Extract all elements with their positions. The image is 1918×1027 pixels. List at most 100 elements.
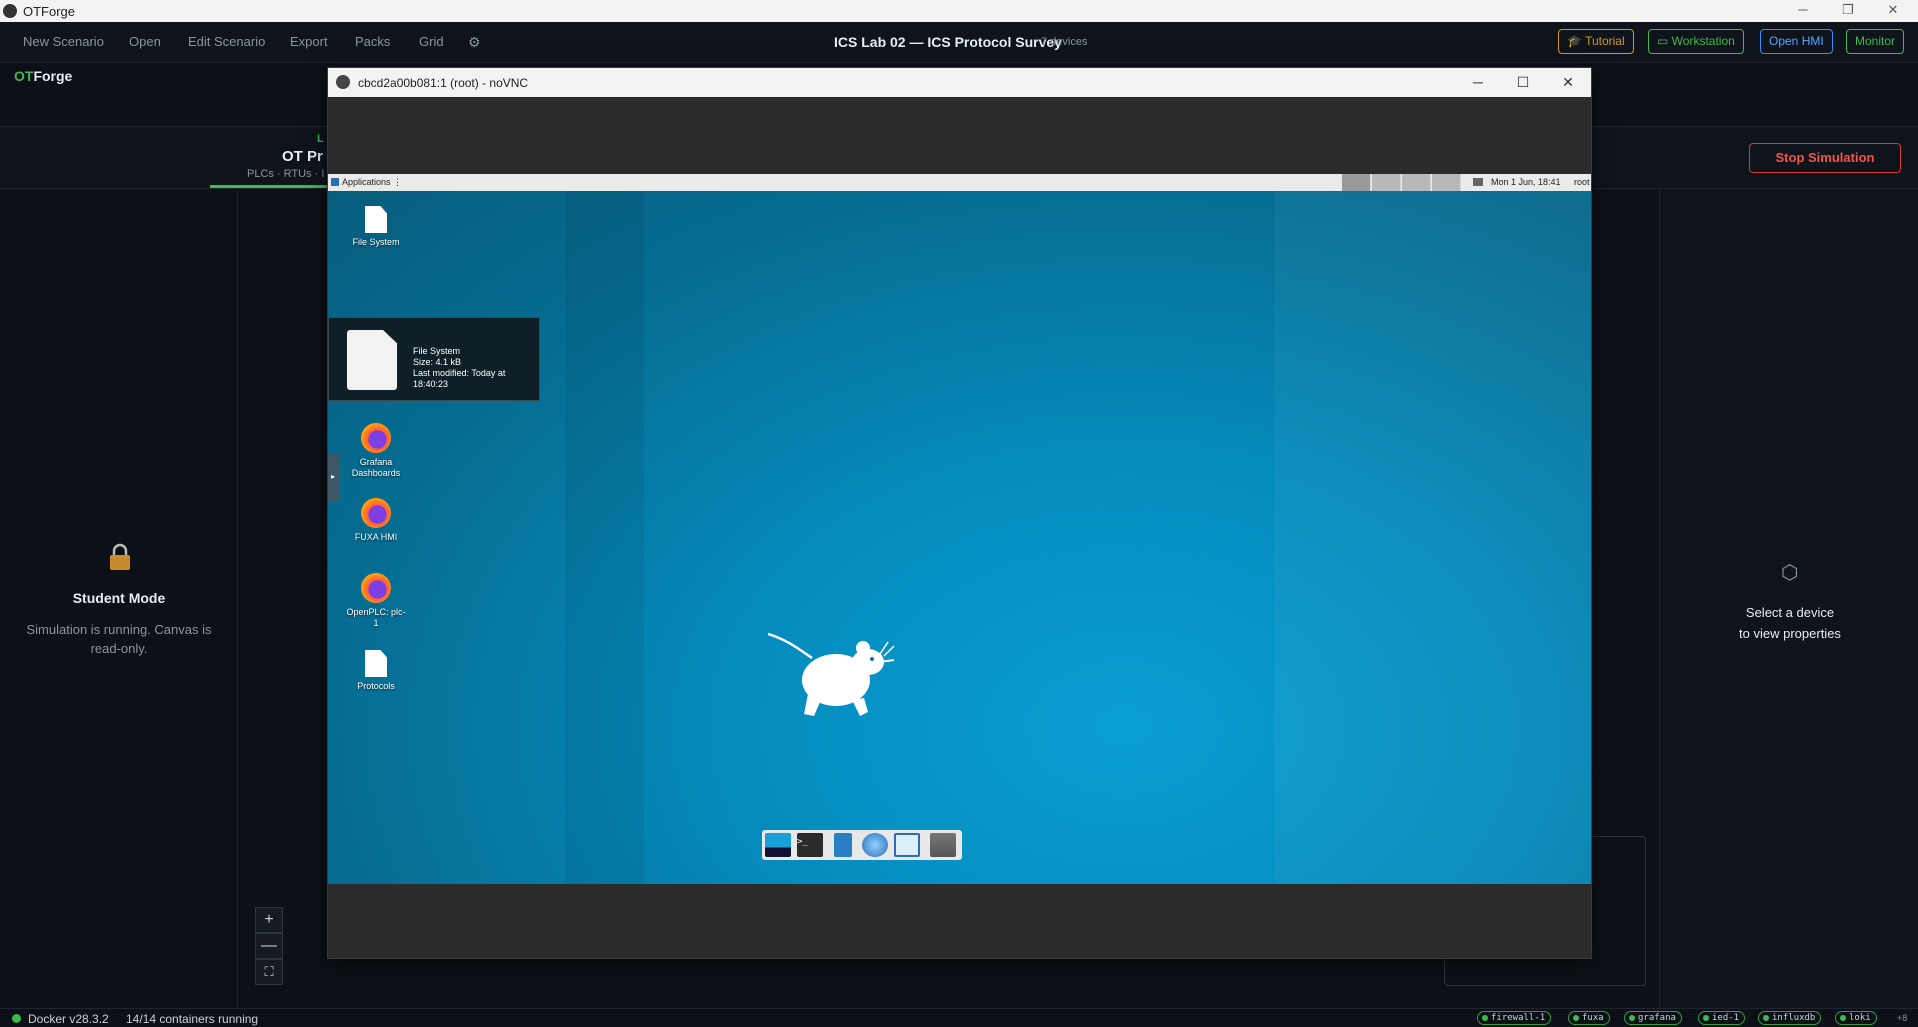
- folder-icon[interactable]: [930, 833, 956, 857]
- panel-clock[interactable]: Mon 1 Jun, 18:41: [1491, 177, 1561, 187]
- novnc-window[interactable]: cbcd2a00b081:1 (root) - noVNC ─ ☐ ✕ Appl…: [327, 67, 1592, 959]
- vnc-close-button[interactable]: ✕: [1558, 73, 1578, 91]
- desktop-icon-fuxa-hmi[interactable]: FUXA HMI: [346, 498, 406, 543]
- network-icon[interactable]: [1473, 178, 1483, 186]
- vnc-minimize-button[interactable]: ─: [1468, 73, 1488, 91]
- firefox-icon: [361, 498, 391, 528]
- app-menubar: New Scenario Open Edit Scenario Export P…: [0, 22, 1918, 63]
- open-hmi-button[interactable]: Open HMI: [1760, 29, 1833, 54]
- fit-view-button[interactable]: ⛶: [255, 959, 283, 985]
- remote-desktop[interactable]: Applications ⋮ Mon 1 Jun, 18:41 root Fil…: [328, 174, 1591, 884]
- zoom-in-button[interactable]: +: [255, 907, 283, 933]
- workstation-label: Workstation: [1671, 34, 1735, 48]
- file-icon: [365, 206, 387, 233]
- layer-tab-subtitle: PLCs · RTUs · I: [247, 168, 325, 180]
- firefox-icon: [361, 573, 391, 603]
- workspace-3[interactable]: [1402, 174, 1431, 191]
- app-root: OTForge ─ ❐ ✕ New Scenario Open Edit Sce…: [0, 0, 1918, 1027]
- xfce-logo-icon: [331, 178, 339, 186]
- app-icon: [3, 4, 17, 18]
- close-button[interactable]: ✕: [1885, 2, 1901, 18]
- tutorial-label: Tutorial: [1585, 34, 1625, 48]
- vnc-maximize-button[interactable]: ☐: [1513, 73, 1533, 91]
- container-chip[interactable]: loki: [1835, 1011, 1877, 1025]
- zoom-out-button[interactable]: —: [255, 933, 283, 959]
- desktop-icon-file-system[interactable]: File System: [346, 206, 406, 248]
- student-mode-title: Student Mode: [72, 590, 166, 606]
- file-icon: [365, 650, 387, 677]
- more-containers[interactable]: +8: [1897, 1013, 1907, 1023]
- search-icon[interactable]: [894, 833, 920, 857]
- novnc-bottom-area: [328, 884, 1591, 958]
- tooltip-name: File System: [413, 346, 461, 356]
- menu-new-scenario[interactable]: New Scenario: [23, 34, 104, 49]
- tutorial-button[interactable]: 🎓 Tutorial: [1558, 29, 1634, 54]
- container-chip[interactable]: ied-1: [1698, 1011, 1746, 1025]
- device-count: 7 devices: [1041, 36, 1088, 48]
- tooltip-size: Size: 4.1 kB: [413, 357, 462, 367]
- workspace-1[interactable]: [1342, 174, 1371, 191]
- applications-menu-label: Applications: [342, 177, 391, 187]
- monitor-button[interactable]: Monitor: [1846, 29, 1905, 54]
- firefox-icon: [361, 423, 391, 453]
- stop-simulation-button[interactable]: Stop Simulation: [1749, 143, 1901, 173]
- lock-icon: [110, 543, 130, 570]
- student-mode-text: Simulation is running. Canvas is read-on…: [26, 622, 212, 656]
- tutorial-icon: 🎓: [1567, 34, 1586, 48]
- menu-grid[interactable]: Grid: [419, 34, 444, 49]
- brand-accent: OT: [14, 68, 34, 84]
- monitor-icon: ▭: [1657, 34, 1672, 48]
- properties-line-1: Select a device: [1745, 605, 1835, 620]
- gear-icon[interactable]: ⚙: [468, 34, 481, 51]
- status-bar: Docker v28.3.2 14/14 containers running …: [0, 1008, 1918, 1027]
- restore-button[interactable]: ❐: [1840, 2, 1856, 18]
- layer-tab-tag: L: [317, 133, 324, 145]
- menu-edit-scenario[interactable]: Edit Scenario: [188, 34, 265, 49]
- web-browser-icon[interactable]: [862, 833, 888, 857]
- show-desktop-icon[interactable]: [765, 833, 791, 857]
- os-title-bar: OTForge ─ ❐ ✕: [0, 0, 1918, 22]
- minimize-button[interactable]: ─: [1795, 2, 1811, 18]
- terminal-icon[interactable]: >_: [797, 833, 823, 857]
- container-count: 14/14 containers running: [126, 1012, 259, 1026]
- desktop-icon-label: FUXA HMI: [354, 532, 398, 542]
- desktop-icon-label: File System: [352, 237, 400, 247]
- container-chip[interactable]: fuxa: [1568, 1011, 1610, 1025]
- container-chip[interactable]: grafana: [1624, 1011, 1682, 1025]
- desktop-icon-label: Protocols: [357, 681, 395, 691]
- desktop-stripe: [565, 191, 644, 884]
- tooltip-modified: Last modified: Today at 18:40:23: [413, 368, 506, 389]
- brand-logo: OTForge: [14, 68, 72, 84]
- panel-user[interactable]: root: [1574, 177, 1590, 187]
- novnc-control-handle[interactable]: ▸: [328, 454, 340, 502]
- hexagon-icon: ⬡: [1781, 562, 1799, 584]
- file-preview-icon: [347, 330, 397, 390]
- properties-panel: [1659, 190, 1918, 1010]
- menu-open[interactable]: Open: [129, 34, 161, 49]
- tooltip-text: File System Size: 4.1 kB Last modified: …: [413, 346, 539, 390]
- menu-packs[interactable]: Packs: [355, 34, 390, 49]
- desktop-icon-protocols[interactable]: Protocols: [346, 650, 406, 692]
- desktop-icon-grafana[interactable]: Grafana Dashboards: [346, 423, 406, 479]
- workstation-button[interactable]: ▭ Workstation: [1648, 29, 1744, 54]
- os-window-title: OTForge: [23, 4, 76, 19]
- file-manager-icon[interactable]: [834, 833, 852, 857]
- properties-line-2: to view properties: [1739, 626, 1841, 641]
- desktop-icon-openplc[interactable]: OpenPLC: plc-1: [346, 573, 406, 629]
- layer-tab-title[interactable]: OT Pr: [282, 148, 323, 165]
- novnc-app-icon: [336, 75, 350, 89]
- container-chip[interactable]: influxdb: [1758, 1011, 1822, 1025]
- workspace-4[interactable]: [1432, 174, 1461, 191]
- applications-menu[interactable]: Applications ⋮: [331, 177, 402, 188]
- xfce-top-panel: Applications ⋮ Mon 1 Jun, 18:41 root: [328, 174, 1591, 191]
- xfce-dock: >_: [762, 830, 962, 860]
- novnc-title-bar[interactable]: cbcd2a00b081:1 (root) - noVNC ─ ☐ ✕: [328, 68, 1591, 97]
- file-tooltip: File System Size: 4.1 kB Last modified: …: [328, 317, 540, 401]
- container-chip[interactable]: firewall-1: [1477, 1011, 1552, 1025]
- workspace-2[interactable]: [1372, 174, 1401, 191]
- docker-status-dot: [12, 1014, 21, 1023]
- scenario-title: ICS Lab 02 — ICS Protocol Survey: [834, 34, 1062, 50]
- active-tab-indicator: [210, 185, 330, 188]
- menu-export[interactable]: Export: [290, 34, 328, 49]
- properties-empty-text: Select a device to view properties: [1700, 602, 1880, 644]
